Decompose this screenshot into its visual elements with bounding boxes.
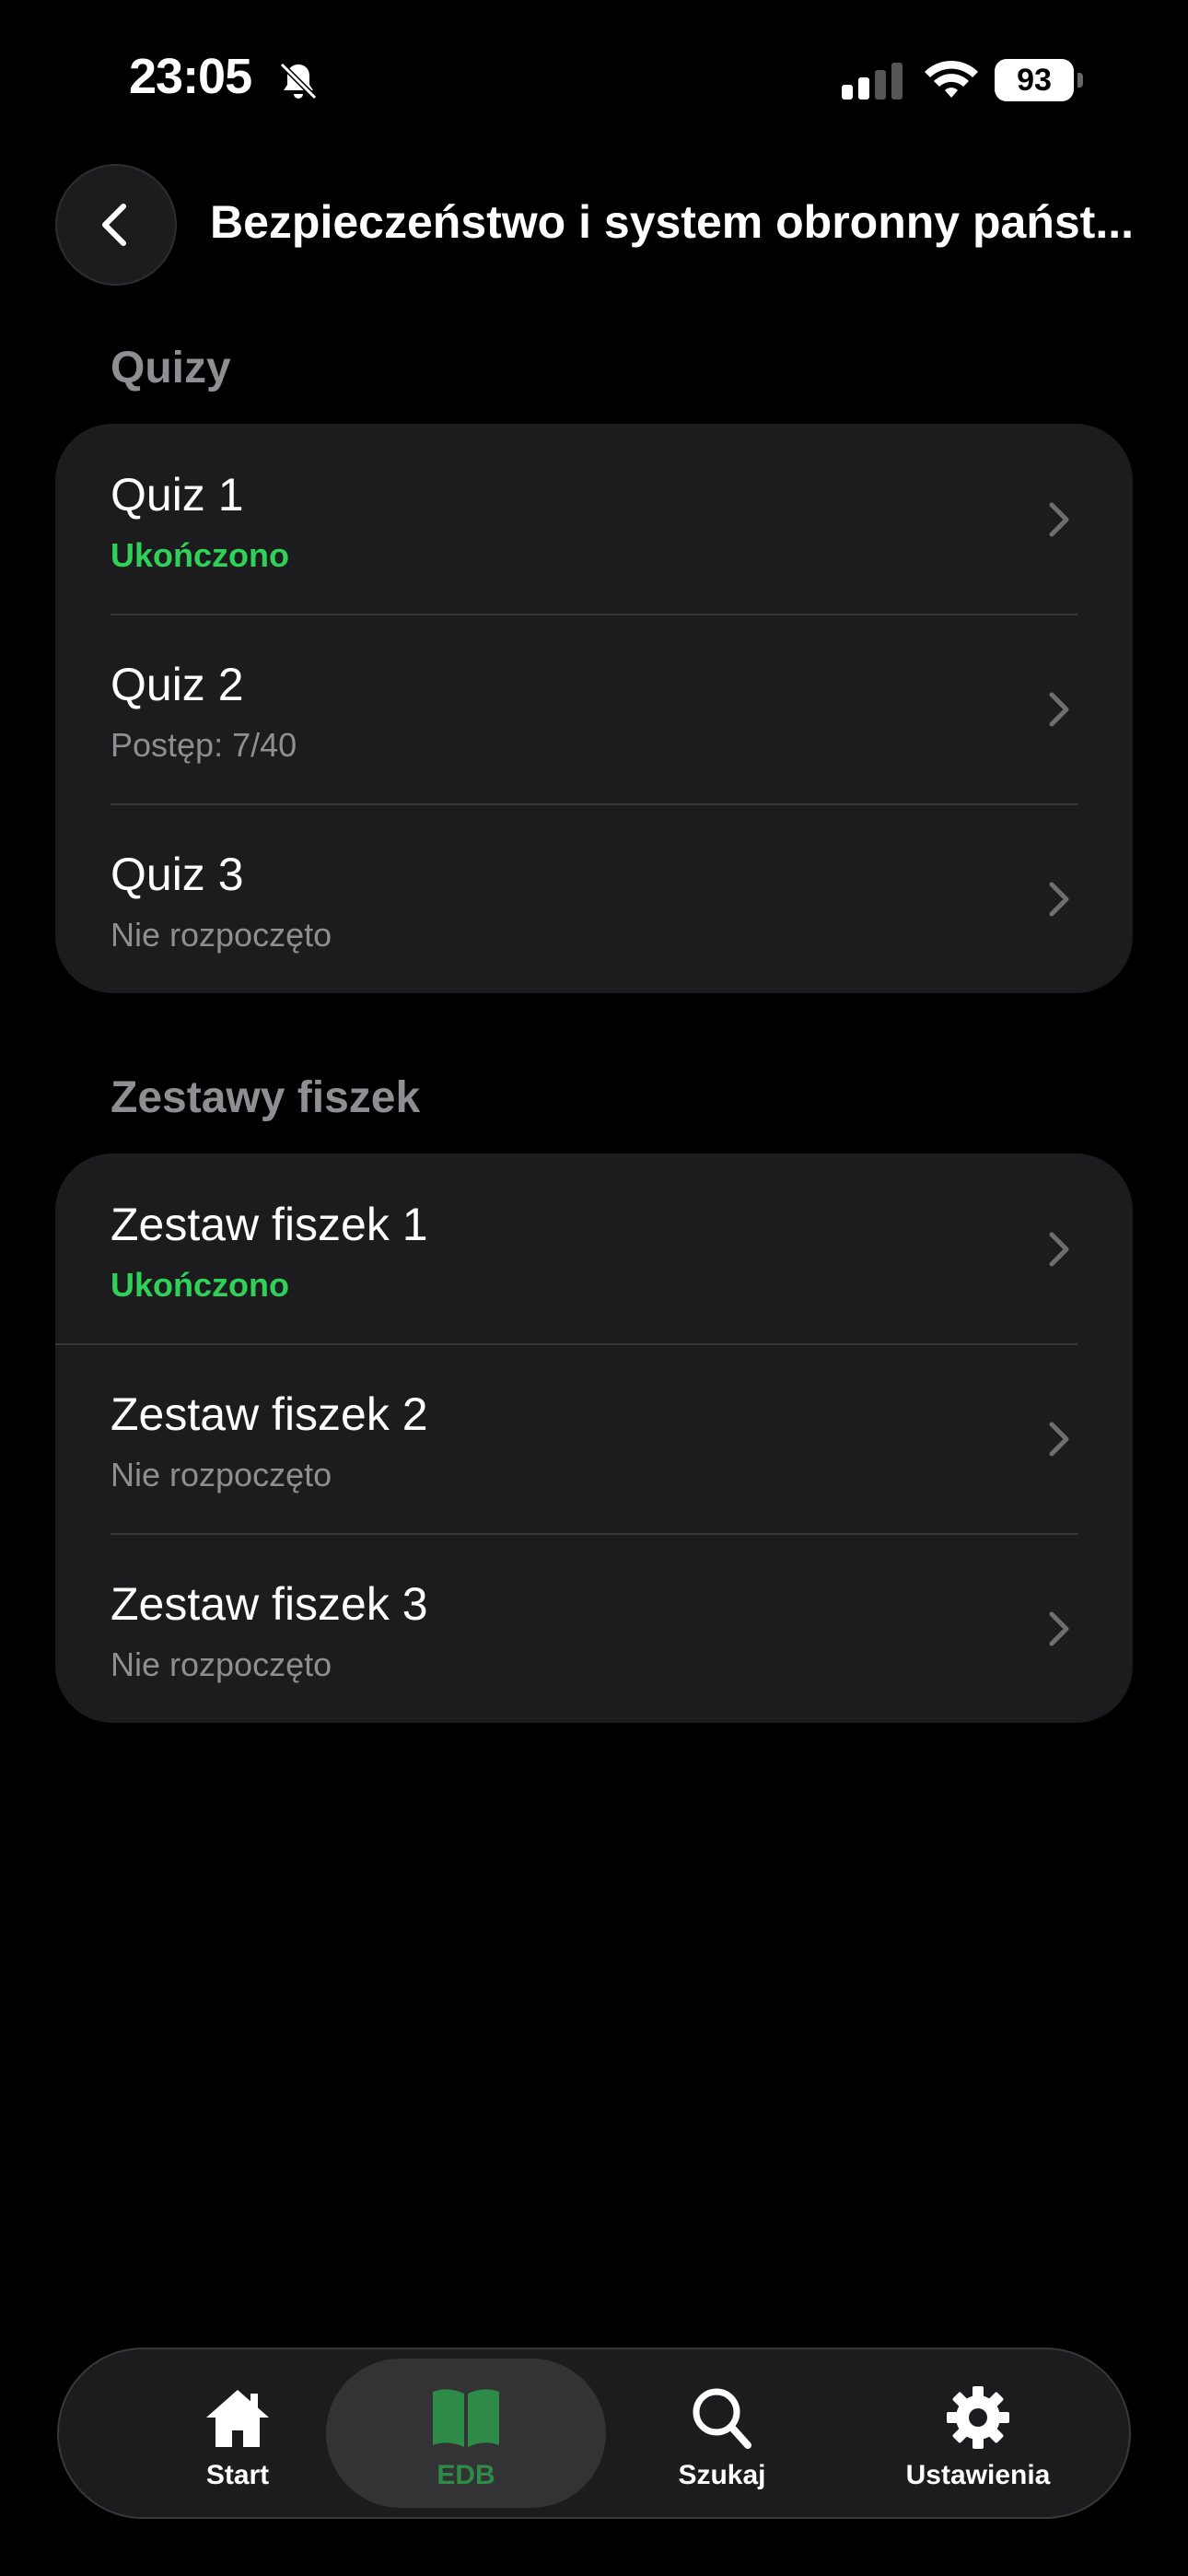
wifi-icon xyxy=(925,60,978,98)
chevron-right-icon xyxy=(1049,502,1069,537)
row-title: Zestaw fiszek 2 xyxy=(111,1388,428,1440)
chevron-right-icon xyxy=(1049,1611,1069,1646)
status-time: 23:05 xyxy=(129,49,252,104)
tab-label: EDB xyxy=(437,2460,495,2490)
status-bar: 23:05 93 xyxy=(0,0,1188,157)
status-label: Postęp: 7/40 xyxy=(111,726,297,764)
tab-label: Start xyxy=(205,2460,270,2490)
tab-label: Ustawienia xyxy=(905,2460,1051,2490)
battery-icon: 93 xyxy=(995,59,1083,101)
quiz-list: Quiz 1 Ukończono Quiz 2 Postęp: 7/40 Qui… xyxy=(55,424,1133,993)
chevron-right-icon xyxy=(1049,1422,1069,1457)
section-header-quizzes: Quizy xyxy=(111,344,231,392)
quiz-row-1[interactable]: Quiz 1 Ukończono xyxy=(55,424,1133,614)
status-label: Ukończono xyxy=(111,536,289,574)
chevron-right-icon xyxy=(1049,692,1069,727)
chevron-left-icon xyxy=(102,204,126,246)
status-label: Ukończono xyxy=(111,1266,289,1304)
status-label: Nie rozpoczęto xyxy=(111,1456,332,1493)
tab-bar: Start EDB Szukaj Ustawienia xyxy=(57,2348,1131,2519)
flashcard-set-list: Zestaw fiszek 1 Ukończono Zestaw fiszek … xyxy=(55,1153,1133,1723)
status-label: Nie rozpoczęto xyxy=(111,916,332,954)
chevron-right-icon xyxy=(1049,1232,1069,1267)
flashcard-set-row-2[interactable]: Zestaw fiszek 2 Nie rozpoczęto xyxy=(55,1343,1133,1533)
search-icon xyxy=(693,2388,751,2449)
home-icon xyxy=(206,2390,269,2447)
row-title: Zestaw fiszek 1 xyxy=(111,1199,428,1250)
row-title: Quiz 3 xyxy=(111,849,244,900)
status-label: Nie rozpoczęto xyxy=(111,1645,332,1683)
flashcard-set-row-3[interactable]: Zestaw fiszek 3 Nie rozpoczęto xyxy=(55,1533,1133,1723)
battery-level: 93 xyxy=(995,59,1074,101)
row-title: Quiz 1 xyxy=(111,469,244,521)
quiz-row-3[interactable]: Quiz 3 Nie rozpoczęto xyxy=(55,803,1133,993)
gear-icon xyxy=(947,2386,1009,2449)
row-title: Zestaw fiszek 3 xyxy=(111,1578,428,1630)
quiz-row-2[interactable]: Quiz 2 Postęp: 7/40 xyxy=(55,614,1133,803)
back-button[interactable] xyxy=(55,164,177,286)
tab-edb[interactable]: EDB xyxy=(326,2359,606,2508)
section-header-flashcards: Zestawy fiszek xyxy=(111,1073,421,1122)
bell-muted-icon xyxy=(279,62,318,100)
tab-settings[interactable]: Ustawienia xyxy=(838,2359,1118,2508)
tab-label: Szukaj xyxy=(678,2460,766,2490)
cellular-signal-icon xyxy=(842,63,903,100)
row-title: Quiz 2 xyxy=(111,659,244,710)
book-icon xyxy=(433,2389,499,2447)
page-title: Bezpieczeństwo i system obronny państ... xyxy=(210,196,1135,248)
chevron-right-icon xyxy=(1049,882,1069,917)
flashcard-set-row-1[interactable]: Zestaw fiszek 1 Ukończono xyxy=(55,1153,1133,1343)
tab-search[interactable]: Szukaj xyxy=(582,2359,862,2508)
